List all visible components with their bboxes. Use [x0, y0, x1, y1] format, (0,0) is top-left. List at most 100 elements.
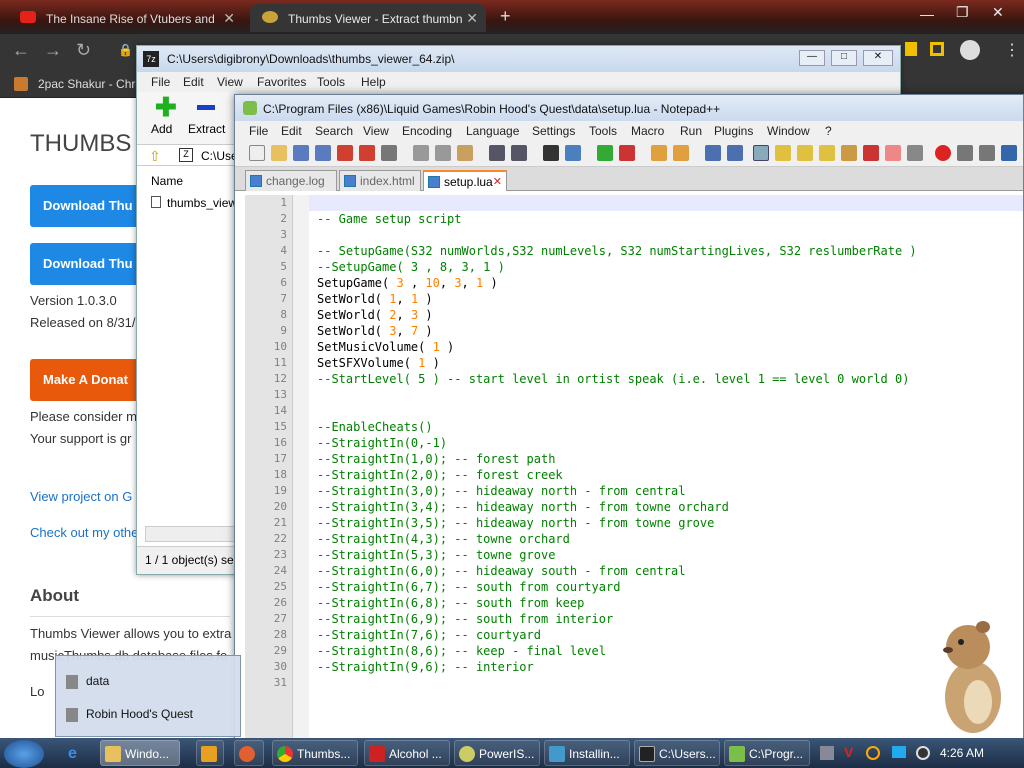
- up-folder-icon[interactable]: ⇧: [149, 148, 161, 165]
- code-line[interactable]: --StraightIn(3,0); -- hideaway north - f…: [317, 483, 685, 499]
- check-out-link[interactable]: Check out my othe: [30, 525, 138, 540]
- save-icon[interactable]: [293, 145, 309, 161]
- menu-search[interactable]: Search: [315, 124, 353, 138]
- code-line[interactable]: -- SetupGame(S32 numWorlds,S32 numLevels…: [317, 243, 917, 259]
- udl-icon[interactable]: [775, 145, 791, 161]
- taskbar-item-alcohol[interactable]: Alcohol ...: [364, 740, 450, 766]
- code-line[interactable]: --StraightIn(3,5); -- hideaway north - f…: [317, 515, 714, 531]
- code-line[interactable]: SetupGame( 3 , 10, 3, 1 ): [317, 275, 498, 291]
- word-wrap-icon[interactable]: [705, 145, 721, 161]
- menu-file[interactable]: File: [249, 124, 268, 138]
- column-header-name[interactable]: Name: [145, 172, 235, 192]
- find-icon[interactable]: [543, 145, 559, 161]
- code-line[interactable]: SetWorld( 3, 7 ): [317, 323, 433, 339]
- forward-icon[interactable]: →: [44, 40, 62, 61]
- menu-window[interactable]: Window: [767, 124, 810, 138]
- reading-list-icon[interactable]: [930, 42, 944, 56]
- add-button-label[interactable]: Add: [151, 122, 172, 136]
- ie-icon[interactable]: e: [68, 745, 77, 763]
- folder-workspace-icon[interactable]: [841, 145, 857, 161]
- back-icon[interactable]: ←: [12, 40, 30, 61]
- minimize-icon[interactable]: —: [920, 6, 934, 22]
- taskbar-item-7zip[interactable]: C:\Users...: [634, 740, 720, 766]
- download-button-2[interactable]: Download Thu: [30, 243, 150, 285]
- redo-icon[interactable]: [511, 145, 527, 161]
- menu-icon[interactable]: ⋮: [1004, 40, 1020, 60]
- monitoring-icon[interactable]: [863, 145, 879, 161]
- reload-icon[interactable]: ↻: [76, 40, 91, 61]
- code-line[interactable]: --StraightIn(5,3); -- towne grove: [317, 547, 555, 563]
- code-line[interactable]: SetWorld( 2, 3 ): [317, 307, 433, 323]
- menu-run[interactable]: Run: [680, 124, 702, 138]
- taskbar-item-poweriso[interactable]: PowerIS...: [454, 740, 540, 766]
- jumplist-item-robin-hood[interactable]: Robin Hood's Quest: [66, 707, 193, 722]
- code-line[interactable]: --StraightIn(1,0); -- forest path: [317, 451, 555, 467]
- donate-button[interactable]: Make A Donat: [30, 359, 150, 401]
- taskbar-item-media[interactable]: [196, 740, 224, 766]
- zoom-in-icon[interactable]: [597, 145, 613, 161]
- code-line[interactable]: --StraightIn(2,0); -- forest creek: [317, 467, 563, 483]
- code-line[interactable]: --StartLevel( 5 ) -- start level in orti…: [317, 371, 909, 387]
- function-list-icon[interactable]: [819, 145, 835, 161]
- browser-tab-thumbs[interactable]: Thumbs Viewer - Extract thumbn ✕: [250, 4, 486, 32]
- play-macro-icon[interactable]: [979, 145, 995, 161]
- taskbar-item-installer[interactable]: Installin...: [544, 740, 630, 766]
- menu-encoding[interactable]: Encoding: [402, 124, 452, 138]
- code-line[interactable]: SetMusicVolume( 1 ): [317, 339, 454, 355]
- folder-icon[interactable]: [885, 145, 901, 161]
- extract-icon[interactable]: [197, 105, 215, 110]
- menu-language[interactable]: Language: [466, 124, 519, 138]
- code-lines[interactable]: -- Game setup script -- SetupGame(S32 num…: [245, 195, 1023, 741]
- code-line[interactable]: --StraightIn(0,-1): [317, 435, 447, 451]
- code-line[interactable]: --StraightIn(6,7); -- south from courtya…: [317, 579, 620, 595]
- taskbar-item-explorer[interactable]: Windo...: [100, 740, 180, 766]
- taskbar-item-notepadpp[interactable]: C:\Progr...: [724, 740, 810, 766]
- new-file-icon[interactable]: [249, 145, 265, 161]
- extract-button-label[interactable]: Extract: [188, 122, 225, 136]
- code-line[interactable]: --StraightIn(4,3); -- towne orchard: [317, 531, 570, 547]
- menu-favorites[interactable]: Favorites: [257, 75, 306, 89]
- code-line[interactable]: -- Game setup script: [317, 211, 462, 227]
- menu-help[interactable]: Help: [361, 75, 386, 89]
- code-line[interactable]: --StraightIn(3,4); -- hideaway north - f…: [317, 499, 729, 515]
- horizontal-scrollbar[interactable]: [145, 526, 237, 542]
- download-button-1[interactable]: Download Thu: [30, 185, 150, 227]
- sync-vertical-icon[interactable]: [651, 145, 667, 161]
- code-line[interactable]: --StraightIn(8,6); -- keep - final level: [317, 643, 606, 659]
- tab-change-log[interactable]: change.log: [245, 170, 337, 191]
- doc-map-icon[interactable]: [797, 145, 813, 161]
- path-field[interactable]: C:\Use: [201, 149, 238, 163]
- replace-icon[interactable]: [565, 145, 581, 161]
- menu-edit[interactable]: Edit: [281, 124, 302, 138]
- preview-icon[interactable]: [907, 145, 923, 161]
- cut-icon[interactable]: [413, 145, 429, 161]
- menu-view[interactable]: View: [217, 75, 243, 89]
- code-line[interactable]: --EnableCheats(): [317, 419, 433, 435]
- tray-icon[interactable]: [820, 746, 834, 760]
- tray-monitor-icon[interactable]: [892, 746, 906, 758]
- menu-settings[interactable]: Settings: [532, 124, 575, 138]
- system-clock[interactable]: 4:26 AM: [940, 746, 984, 760]
- sync-horizontal-icon[interactable]: [673, 145, 689, 161]
- print-icon[interactable]: [381, 145, 397, 161]
- maximize-icon[interactable]: ❐: [956, 4, 969, 21]
- code-line[interactable]: --SetupGame( 3 , 8, 3, 1 ): [317, 259, 505, 275]
- close-icon[interactable]: ✕: [223, 10, 235, 27]
- jumplist-item-data[interactable]: data: [66, 674, 109, 689]
- tray-volume-icon[interactable]: [916, 746, 930, 760]
- view-project-link[interactable]: View project on G: [30, 489, 132, 504]
- close-file-icon[interactable]: [337, 145, 353, 161]
- tab-index-html[interactable]: index.html: [339, 170, 421, 191]
- code-line[interactable]: SetWorld( 1, 1 ): [317, 291, 433, 307]
- close-icon[interactable]: ✕: [863, 50, 893, 66]
- code-editor[interactable]: 1 2 3 4 5 6 7 8 9 10 11 12 13 14 15 16 17 18 19 20 21 22 23 24 2…: [245, 195, 1023, 741]
- tray-search-icon[interactable]: [866, 746, 880, 760]
- taskbar-item-chrome[interactable]: Thumbs...: [272, 740, 358, 766]
- zoom-out-icon[interactable]: [619, 145, 635, 161]
- code-line[interactable]: --StraightIn(7,6); -- courtyard: [317, 627, 541, 643]
- menu-tools[interactable]: Tools: [317, 75, 345, 89]
- tab-setup-lua[interactable]: setup.lua ✕: [423, 170, 507, 191]
- browser-tab-youtube[interactable]: The Insane Rise of Vtubers and ✕: [8, 4, 243, 32]
- close-window-icon[interactable]: ✕: [992, 4, 1004, 21]
- close-icon[interactable]: ✕: [466, 10, 478, 27]
